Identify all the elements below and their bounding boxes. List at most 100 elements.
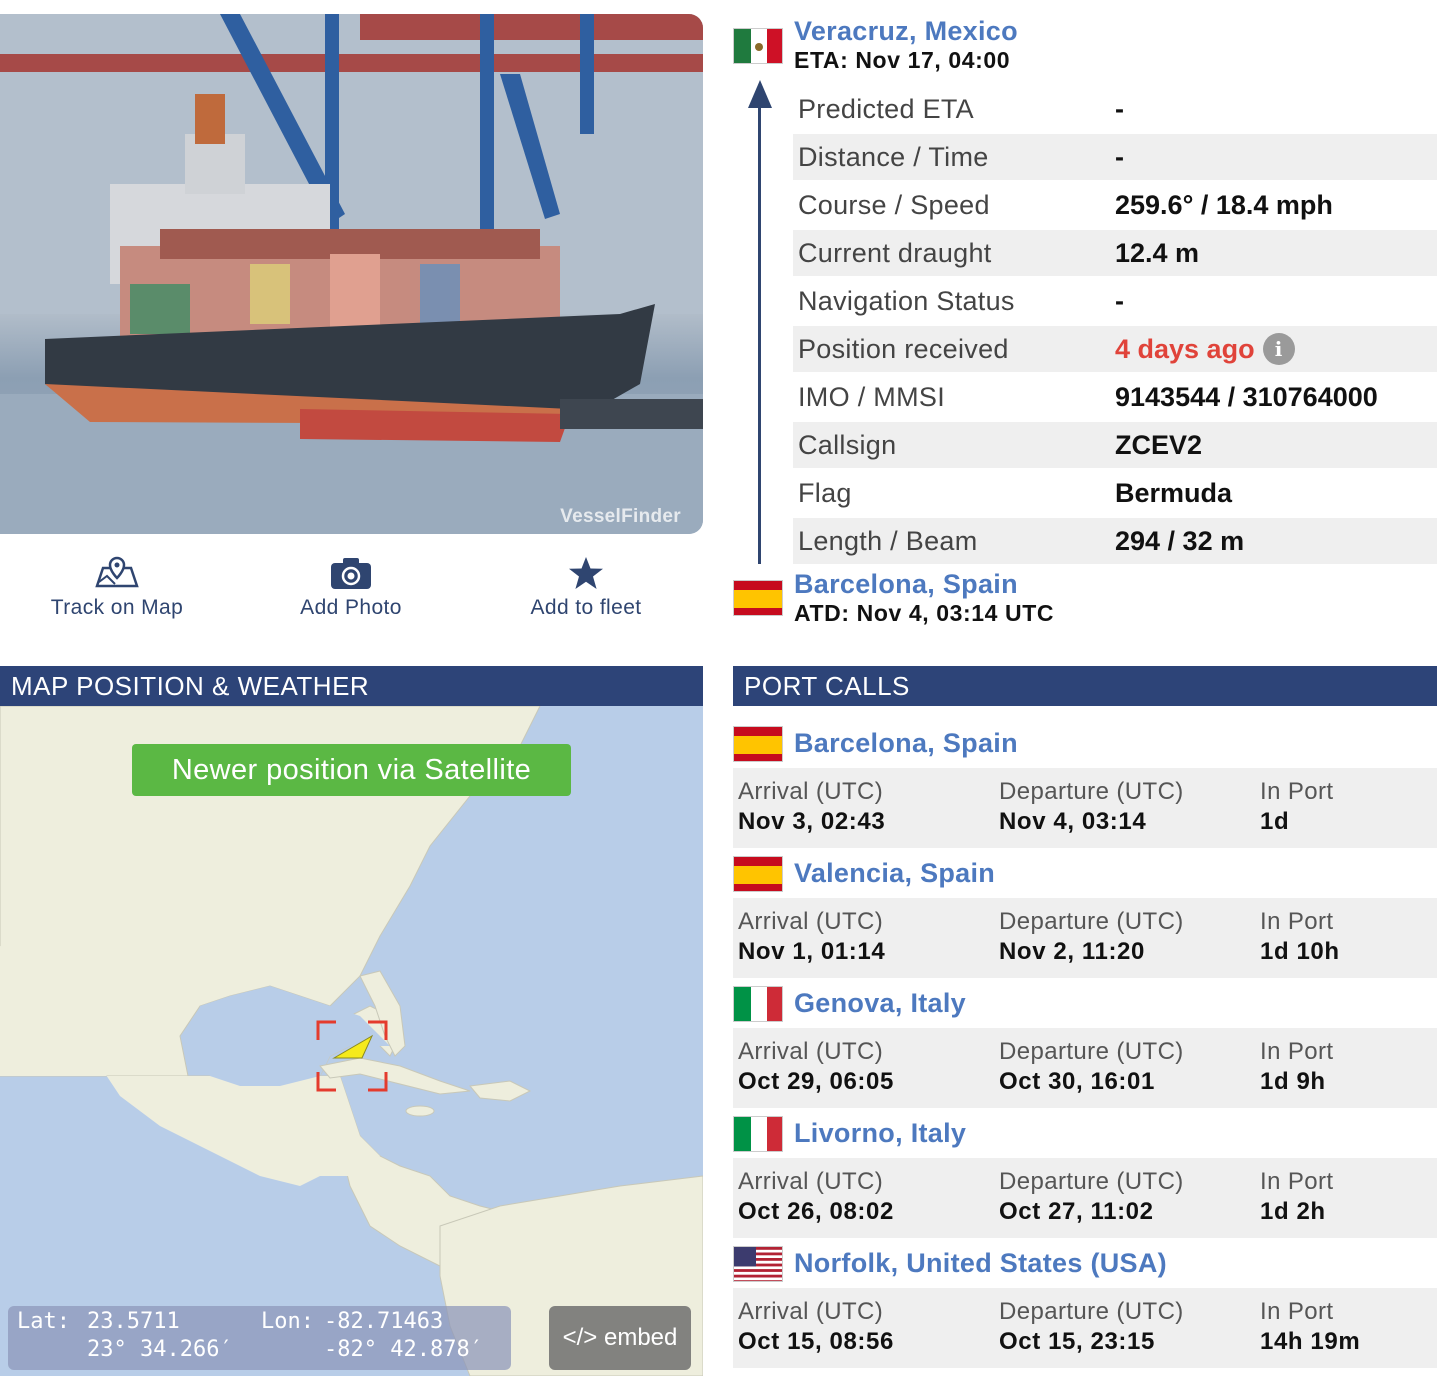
lat-dms: 23° 34.266′ bbox=[87, 1337, 233, 1362]
port-call-name-link[interactable]: Genova, Italy bbox=[794, 988, 966, 1019]
port-call-item: Livorno, Italy Arrival (UTC) Oct 26, 08:0… bbox=[733, 1116, 1437, 1246]
arrival-header: Arrival (UTC) bbox=[738, 908, 884, 935]
add-photo-button[interactable]: Add Photo bbox=[251, 552, 451, 632]
origin-atd: ATD: Nov 4, 03:14 UTC bbox=[794, 600, 1055, 626]
info-row-flag: Flag Bermuda bbox=[793, 470, 1437, 518]
vessel-info-table: Predicted ETA - Distance / Time - Course… bbox=[793, 86, 1437, 566]
info-key: Navigation Status bbox=[798, 285, 1015, 316]
departure-value: Oct 27, 11:02 bbox=[999, 1198, 1154, 1225]
info-value: Bermuda bbox=[1115, 477, 1233, 508]
departure-value: Nov 4, 03:14 bbox=[999, 808, 1147, 835]
info-row-callsign: Callsign ZCEV2 bbox=[793, 422, 1437, 470]
add-to-fleet-button[interactable]: Add to fleet bbox=[486, 552, 686, 632]
lat-decimal: 23.5711 bbox=[87, 1309, 180, 1334]
port-calls-header: PORT CALLS bbox=[733, 666, 1437, 706]
in-port-header: In Port bbox=[1260, 908, 1334, 935]
arrival-header: Arrival (UTC) bbox=[738, 1168, 884, 1195]
info-value: - bbox=[1115, 141, 1124, 172]
in-port-value: 1d 10h bbox=[1260, 938, 1340, 965]
map-section-header: MAP POSITION & WEATHER bbox=[0, 666, 703, 706]
port-call-item: Genova, Italy Arrival (UTC) Oct 29, 06:05… bbox=[733, 986, 1437, 1116]
port-call-item: Valencia, Spain Arrival (UTC) Nov 1, 01:1… bbox=[733, 856, 1437, 986]
port-call-details: Arrival (UTC) Oct 29, 06:05 Departure (UT… bbox=[733, 1028, 1437, 1108]
info-value: 4 days ago i bbox=[1115, 333, 1295, 365]
port-call-name-link[interactable]: Norfolk, United States (USA) bbox=[794, 1248, 1167, 1279]
departure-header: Departure (UTC) bbox=[999, 908, 1184, 935]
destination: Veracruz, Mexico ETA: Nov 17, 04:00 bbox=[794, 16, 1018, 74]
departure-header: Departure (UTC) bbox=[999, 778, 1184, 805]
spain-flag-icon bbox=[733, 726, 783, 762]
vessel-photo[interactable]: VesselFinder bbox=[0, 14, 703, 534]
info-value: - bbox=[1115, 285, 1124, 316]
in-port-header: In Port bbox=[1260, 1038, 1334, 1065]
info-key: Flag bbox=[798, 477, 852, 508]
arrival-value: Oct 15, 08:56 bbox=[738, 1328, 894, 1355]
info-key: Predicted ETA bbox=[798, 93, 974, 124]
departure-value: Oct 15, 23:15 bbox=[999, 1328, 1155, 1355]
departure-header: Departure (UTC) bbox=[999, 1038, 1184, 1065]
origin-port-link[interactable]: Barcelona, Spain bbox=[794, 569, 1054, 600]
arrival-value: Nov 3, 02:43 bbox=[738, 808, 886, 835]
ship-illustration bbox=[0, 14, 703, 534]
info-key: Current draught bbox=[798, 237, 992, 268]
add-to-fleet-label: Add to fleet bbox=[530, 596, 642, 619]
info-icon[interactable]: i bbox=[1262, 333, 1295, 365]
spain-flag-icon bbox=[733, 580, 783, 616]
port-call-details: Arrival (UTC) Oct 15, 08:56 Departure (UT… bbox=[733, 1288, 1437, 1368]
coordinates-readout: Lat: 23.5711 23° 34.266′ Lon: -82.71463 … bbox=[8, 1306, 511, 1370]
position-received-value: 4 days ago bbox=[1115, 333, 1255, 364]
vessel-map[interactable]: Newer position via Satellite Lat: 23.571… bbox=[0, 706, 703, 1376]
map-pin-icon bbox=[95, 556, 139, 588]
embed-button[interactable]: </> embed bbox=[549, 1306, 691, 1370]
info-value: ZCEV2 bbox=[1115, 429, 1203, 460]
add-photo-label: Add Photo bbox=[300, 596, 402, 619]
arrival-header: Arrival (UTC) bbox=[738, 1038, 884, 1065]
voyage-panel: Veracruz, Mexico ETA: Nov 17, 04:00 Pred… bbox=[733, 14, 1440, 634]
satellite-position-button[interactable]: Newer position via Satellite bbox=[132, 744, 571, 796]
departure-value: Nov 2, 11:20 bbox=[999, 938, 1145, 965]
info-row-length-beam: Length / Beam 294 / 32 m bbox=[793, 518, 1437, 566]
info-row-distance-time: Distance / Time - bbox=[793, 134, 1437, 182]
in-port-header: In Port bbox=[1260, 778, 1334, 805]
port-call-details: Arrival (UTC) Nov 1, 01:14 Departure (UTC… bbox=[733, 898, 1437, 978]
arrival-header: Arrival (UTC) bbox=[738, 778, 884, 805]
info-value: 9143544 / 310764000 bbox=[1115, 381, 1378, 412]
in-port-value: 1d 2h bbox=[1260, 1198, 1326, 1225]
port-call-item: Barcelona, Spain Arrival (UTC) Nov 3, 02:… bbox=[733, 726, 1437, 856]
info-row-position-received: Position received 4 days ago i bbox=[793, 326, 1437, 374]
timeline-line bbox=[758, 94, 761, 564]
camera-icon bbox=[331, 558, 371, 589]
info-value: 12.4 m bbox=[1115, 237, 1200, 268]
arrival-value: Oct 29, 06:05 bbox=[738, 1068, 894, 1095]
star-icon bbox=[569, 557, 603, 589]
port-call-details: Arrival (UTC) Oct 26, 08:02 Departure (UT… bbox=[733, 1158, 1437, 1238]
in-port-value: 1d bbox=[1260, 808, 1290, 835]
info-value: 259.6° / 18.4 mph bbox=[1115, 189, 1333, 220]
info-key: Position received bbox=[798, 333, 1009, 364]
in-port-value: 14h 19m bbox=[1260, 1328, 1361, 1355]
departure-value: Oct 30, 16:01 bbox=[999, 1068, 1155, 1095]
spain-flag-icon bbox=[733, 856, 783, 892]
port-calls-list: Barcelona, Spain Arrival (UTC) Nov 3, 02:… bbox=[733, 726, 1437, 1376]
arrival-value: Oct 26, 08:02 bbox=[738, 1198, 894, 1225]
watermark: VesselFinder bbox=[560, 506, 681, 527]
arrival-value: Nov 1, 01:14 bbox=[738, 938, 886, 965]
info-row-imo-mmsi: IMO / MMSI 9143544 / 310764000 bbox=[793, 374, 1437, 422]
track-on-map-button[interactable]: Track on Map bbox=[17, 552, 217, 632]
italy-flag-icon bbox=[733, 1116, 783, 1152]
italy-flag-icon bbox=[733, 986, 783, 1022]
track-on-map-label: Track on Map bbox=[50, 596, 184, 619]
usa-flag-icon bbox=[733, 1246, 783, 1282]
port-call-name-link[interactable]: Barcelona, Spain bbox=[794, 728, 1018, 759]
info-key: IMO / MMSI bbox=[798, 381, 945, 412]
destination-port-link[interactable]: Veracruz, Mexico bbox=[794, 16, 1018, 47]
mexico-flag-icon bbox=[733, 28, 783, 64]
in-port-header: In Port bbox=[1260, 1298, 1334, 1325]
port-call-name-link[interactable]: Valencia, Spain bbox=[794, 858, 995, 889]
port-call-name-link[interactable]: Livorno, Italy bbox=[794, 1118, 966, 1149]
info-row-navigation-status: Navigation Status - bbox=[793, 278, 1437, 326]
map-canvas bbox=[0, 706, 703, 1376]
arrival-header: Arrival (UTC) bbox=[738, 1298, 884, 1325]
departure-header: Departure (UTC) bbox=[999, 1168, 1184, 1195]
info-value: 294 / 32 m bbox=[1115, 525, 1245, 556]
